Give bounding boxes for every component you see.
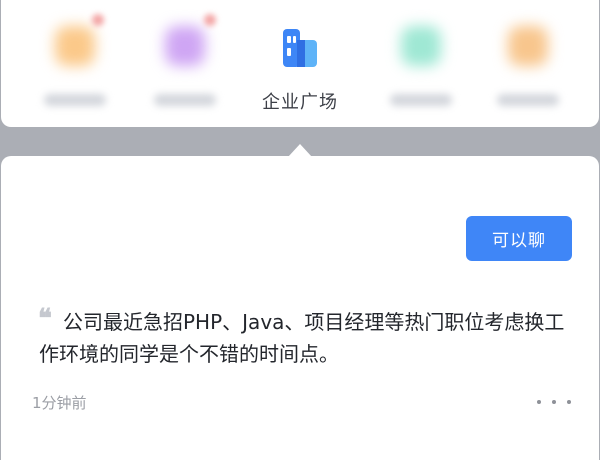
chat-button[interactable]: 可以聊 xyxy=(466,216,572,261)
tab-label: 企业广场 xyxy=(262,92,338,113)
notification-dot xyxy=(92,14,104,26)
blurred-tab-icon xyxy=(401,26,441,66)
dot xyxy=(567,400,571,404)
company-message-text: 公司最近急招PHP、Java、项目经理等热门职位考虑换工作环境的同学是个不错的时… xyxy=(39,310,565,366)
blurred-tab-label xyxy=(497,94,559,106)
tab-blurred-4[interactable] xyxy=(473,0,583,127)
screen: 企业广场 可以聊 ❝ 公司最近急招PHP、Java、项目经理等热门职位考虑换工作… xyxy=(0,0,600,460)
tab-blurred-1[interactable] xyxy=(20,0,130,127)
blurred-tab-icon xyxy=(165,26,205,66)
blurred-tab-icon xyxy=(55,26,95,66)
building-icon xyxy=(283,29,317,67)
blurred-tab-label xyxy=(44,94,106,106)
company-message-card: 可以聊 ❝ 公司最近急招PHP、Java、项目经理等热门职位考虑换工作环境的同学… xyxy=(1,156,599,460)
blurred-tab-label xyxy=(154,94,216,106)
more-dots-icon[interactable] xyxy=(537,392,571,412)
message-timestamp: 1分钟前 xyxy=(32,394,87,412)
dot xyxy=(552,400,556,404)
blurred-tab-icon xyxy=(508,26,548,66)
tab-enterprise-plaza[interactable]: 企业广场 xyxy=(245,0,355,127)
tab-blurred-3[interactable] xyxy=(366,0,476,127)
category-tabbar: 企业广场 xyxy=(1,0,599,127)
dot xyxy=(537,400,541,404)
tab-blurred-2[interactable] xyxy=(130,0,240,127)
notification-dot xyxy=(204,14,216,26)
blurred-tab-label xyxy=(390,94,452,106)
